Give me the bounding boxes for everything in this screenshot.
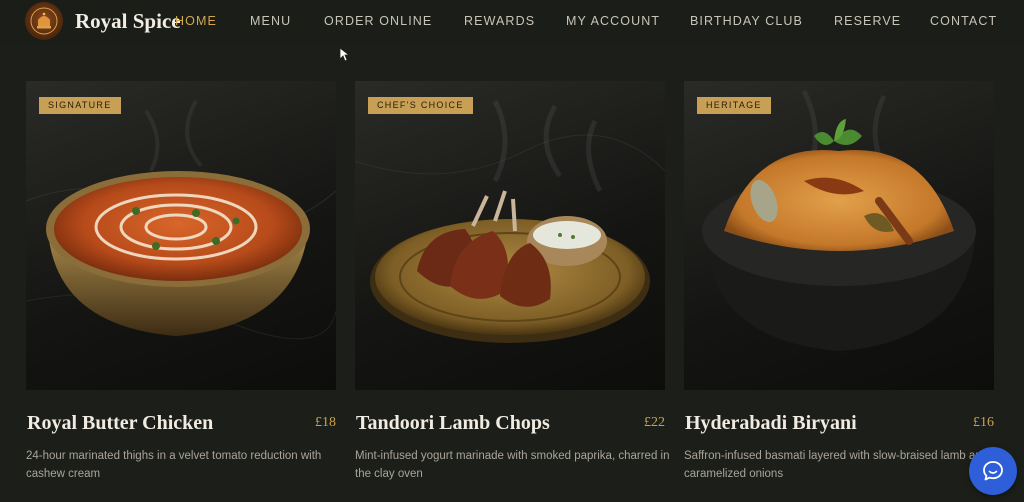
site-header: Royal Spice HOME MENU ORDER ONLINE REWAR… [0, 0, 1024, 44]
biryani-illustration [702, 89, 976, 351]
dish-name[interactable]: Hyderabadi Biryani [685, 412, 857, 435]
main-nav: HOME MENU ORDER ONLINE REWARDS MY ACCOUN… [0, 14, 1024, 30]
dish-badge: SIGNATURE [39, 97, 121, 114]
nav-reserve[interactable]: RESERVE [834, 14, 901, 28]
dish-badge: HERITAGE [697, 97, 771, 114]
dish-price: £16 [973, 415, 994, 430]
dish-name[interactable]: Tandoori Lamb Chops [356, 412, 550, 435]
nav-menu[interactable]: MENU [250, 14, 291, 28]
dish-name[interactable]: Royal Butter Chicken [27, 412, 213, 435]
dish-description: 24-hour marinated thighs in a velvet tom… [26, 450, 322, 480]
dish-image-butter-chicken[interactable]: SIGNATURE [26, 81, 336, 390]
dish-price: £22 [644, 415, 665, 430]
dish-price: £18 [315, 415, 336, 430]
dish-card-butter-chicken[interactable]: SIGNATURE Royal Butter Chicken £18 24-ho… [26, 81, 336, 480]
nav-order-online[interactable]: ORDER ONLINE [324, 14, 432, 28]
lamb-chops-illustration [355, 99, 665, 343]
dish-badge: CHEF'S CHOICE [368, 97, 473, 114]
dish-card-lamb-chops[interactable]: CHEF'S CHOICE Tandoori Lamb Chops £22 Mi… [355, 81, 669, 480]
nav-rewards[interactable]: REWARDS [464, 14, 535, 28]
dish-image-biryani[interactable]: HERITAGE [684, 81, 994, 390]
nav-contact[interactable]: CONTACT [930, 14, 997, 28]
mouse-pointer-icon [339, 47, 351, 62]
butter-chicken-illustration [26, 100, 336, 340]
dish-card-biryani[interactable]: HERITAGE Hyderabadi Biryani £16 Saffron-… [684, 81, 994, 480]
dish-description: Mint-infused yogurt marinade with smoked… [355, 450, 670, 480]
chat-button[interactable] [969, 447, 1017, 495]
nav-home[interactable]: HOME [175, 14, 217, 28]
nav-my-account[interactable]: MY ACCOUNT [566, 14, 660, 28]
nav-birthday-club[interactable]: BIRTHDAY CLUB [690, 14, 803, 28]
dish-description: Saffron-infused basmati layered with slo… [684, 450, 989, 480]
dish-image-lamb-chops[interactable]: CHEF'S CHOICE [355, 81, 665, 390]
chat-bubble-icon [983, 461, 1003, 481]
